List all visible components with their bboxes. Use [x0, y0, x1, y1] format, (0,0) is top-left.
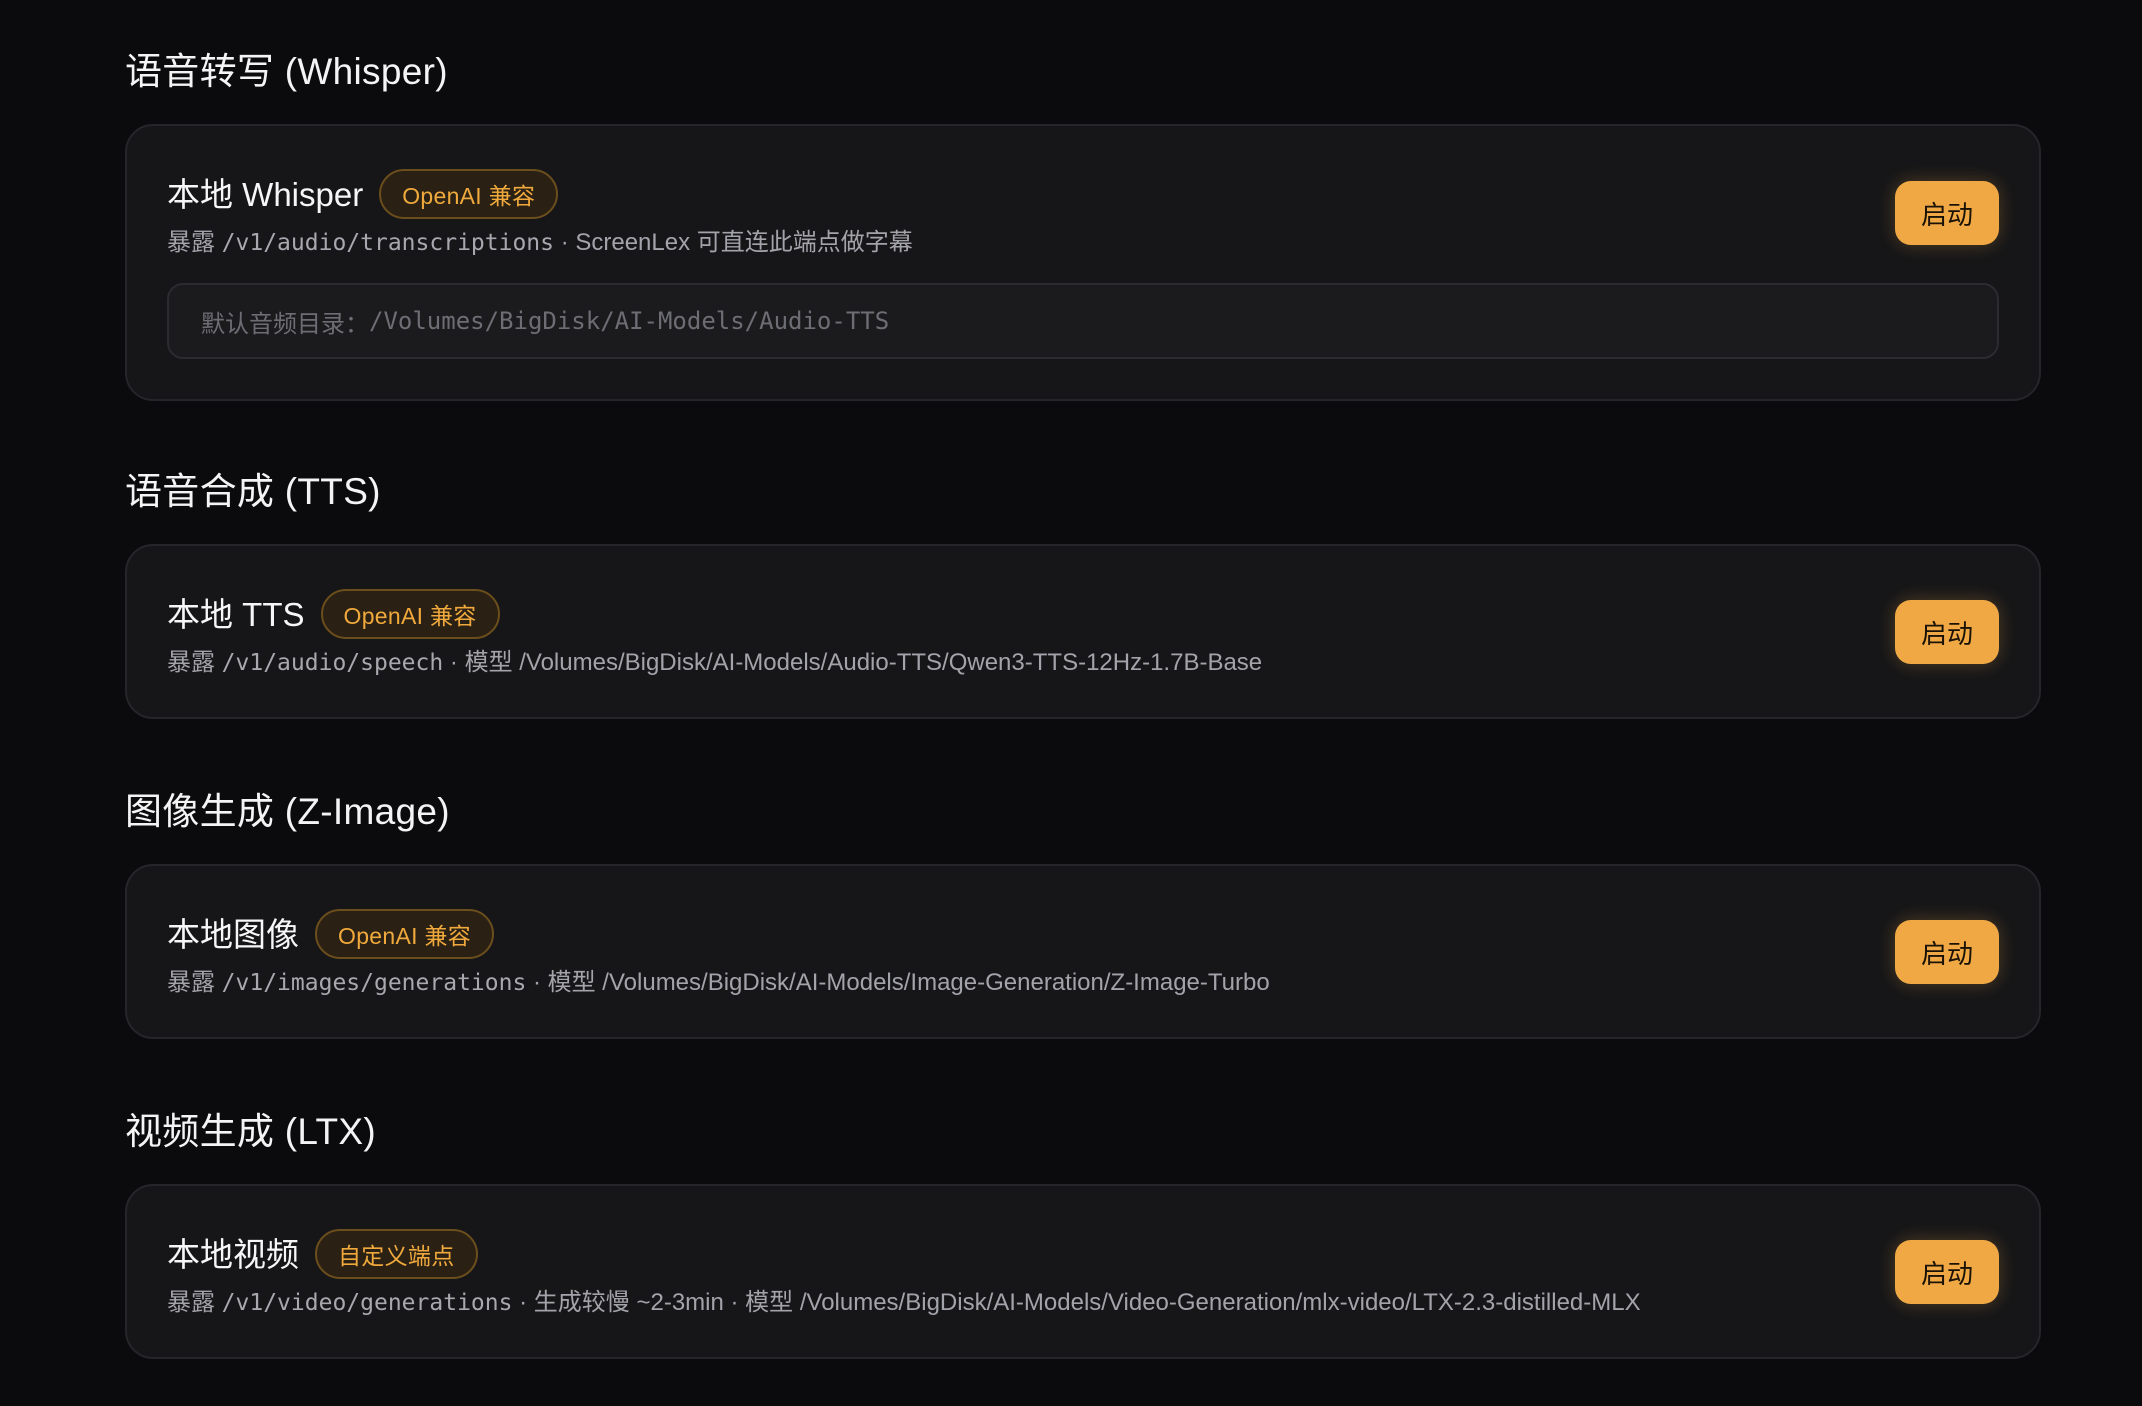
endpoint-path: /v1/video/generations — [221, 1290, 513, 1316]
desc-suffix: · 模型 /Volumes/BigDisk/AI-Models/Image-Ge… — [532, 969, 1270, 996]
service-name: 本地图像 — [167, 915, 299, 953]
desc-suffix: · ScreenLex 可直连此端点做字幕 — [560, 229, 913, 256]
endpoint-path: /v1/images/generations — [221, 970, 527, 996]
audio-dir-field[interactable]: 默认音频目录： /Volumes/BigDisk/AI-Models/Audio… — [167, 283, 1999, 359]
service-name: 本地视频 — [167, 1235, 299, 1273]
start-video-button[interactable]: 启动 — [1895, 1240, 1999, 1304]
section-title-whisper: 语音转写 (Whisper) — [125, 51, 448, 92]
endpoint-path: /v1/audio/transcriptions — [221, 230, 555, 256]
start-tts-button[interactable]: 启动 — [1895, 600, 1999, 664]
compat-badge: OpenAI 兼容 — [379, 169, 559, 219]
card-header: 本地 Whisper OpenAI 兼容 — [167, 169, 559, 219]
service-description: 暴露 /v1/audio/speech · 模型 /Volumes/BigDis… — [167, 651, 1262, 675]
card-local-video: 本地视频 自定义端点 暴露 /v1/video/generations · 生成… — [125, 1184, 2041, 1359]
endpoint-path: /v1/audio/speech — [221, 650, 444, 676]
start-image-button[interactable]: 启动 — [1895, 920, 1999, 984]
section-title-video: 视频生成 (LTX) — [125, 1111, 377, 1152]
field-label: 默认音频目录： — [201, 310, 369, 338]
section-title-tts: 语音合成 (TTS) — [125, 471, 381, 512]
desc-prefix: 暴露 — [167, 229, 215, 256]
desc-prefix: 暴露 — [167, 649, 215, 676]
service-description: 暴露 /v1/video/generations · 生成较慢 ~2-3min … — [167, 1291, 1641, 1315]
card-local-tts: 本地 TTS OpenAI 兼容 暴露 /v1/audio/speech · 模… — [125, 544, 2041, 719]
card-header: 本地图像 OpenAI 兼容 — [167, 909, 495, 959]
field-value: /Volumes/BigDisk/AI-Models/Audio-TTS — [369, 307, 890, 335]
compat-badge: OpenAI 兼容 — [315, 909, 495, 959]
desc-suffix: · 模型 /Volumes/BigDisk/AI-Models/Audio-TT… — [449, 649, 1263, 676]
card-local-whisper: 本地 Whisper OpenAI 兼容 暴露 /v1/audio/transc… — [125, 124, 2041, 401]
compat-badge: OpenAI 兼容 — [320, 589, 500, 639]
card-header: 本地视频 自定义端点 — [167, 1229, 478, 1279]
services-page: 语音转写 (Whisper) 本地 Whisper OpenAI 兼容 暴露 /… — [0, 0, 2142, 1406]
desc-prefix: 暴露 — [167, 969, 215, 996]
service-description: 暴露 /v1/audio/transcriptions · ScreenLex … — [167, 231, 913, 255]
card-header: 本地 TTS OpenAI 兼容 — [167, 589, 500, 639]
start-whisper-button[interactable]: 启动 — [1895, 181, 1999, 245]
service-name: 本地 Whisper — [167, 175, 364, 213]
custom-endpoint-badge: 自定义端点 — [315, 1229, 478, 1279]
card-local-image: 本地图像 OpenAI 兼容 暴露 /v1/images/generations… — [125, 864, 2041, 1039]
service-name: 本地 TTS — [167, 595, 305, 633]
desc-suffix: · 生成较慢 ~2-3min · 模型 /Volumes/BigDisk/AI-… — [519, 1289, 1641, 1316]
desc-prefix: 暴露 — [167, 1289, 215, 1316]
service-description: 暴露 /v1/images/generations · 模型 /Volumes/… — [167, 971, 1270, 995]
section-title-image: 图像生成 (Z-Image) — [125, 791, 450, 832]
